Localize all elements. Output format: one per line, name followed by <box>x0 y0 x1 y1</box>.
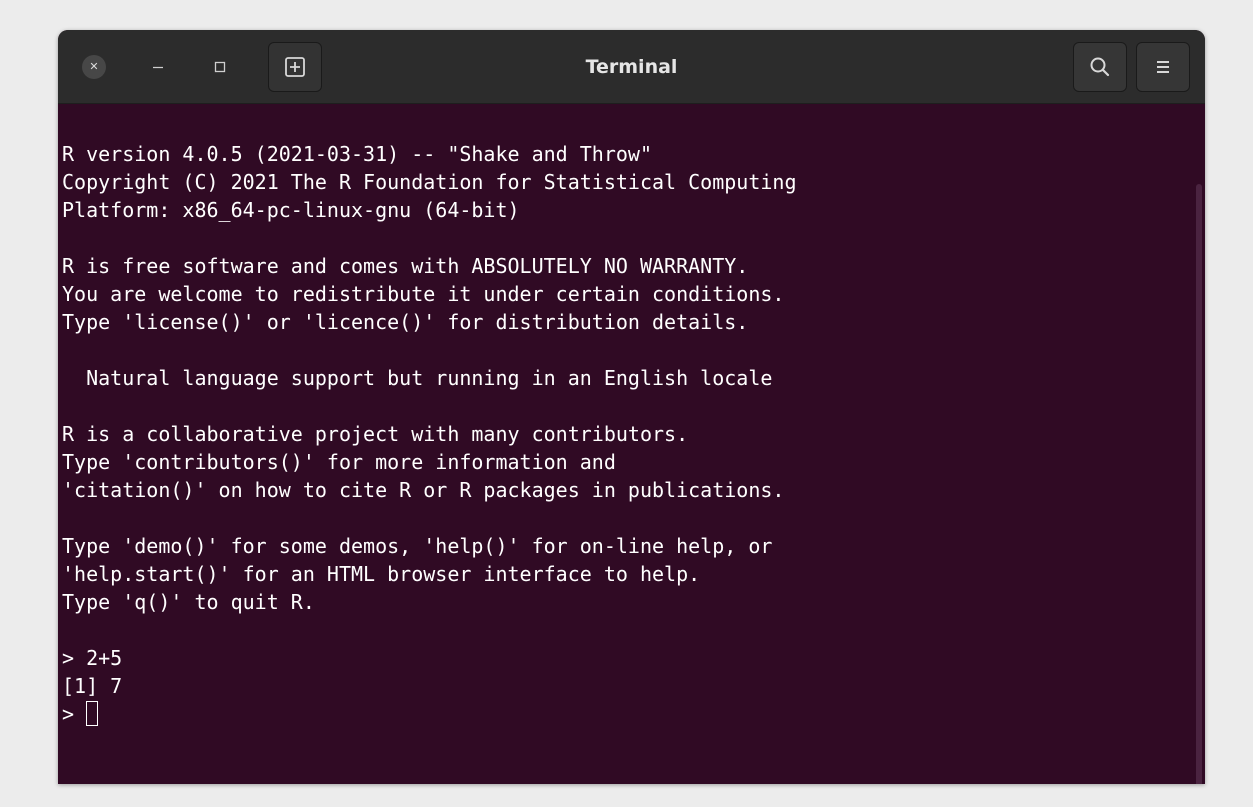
menu-button[interactable] <box>1136 42 1190 92</box>
hamburger-menu-icon <box>1157 61 1169 73</box>
new-tab-icon <box>285 57 305 77</box>
terminal-output[interactable]: R version 4.0.5 (2021-03-31) -- "Shake a… <box>62 140 797 728</box>
terminal-cursor[interactable] <box>86 701 99 726</box>
terminal-line: Type 'q()' to quit R. <box>62 590 315 614</box>
close-button[interactable]: ✕ <box>82 55 106 79</box>
terminal-line: R is free software and comes with ABSOLU… <box>62 254 749 278</box>
close-icon: ✕ <box>89 60 99 73</box>
search-icon <box>1090 57 1110 77</box>
terminal-line: [1] 7 <box>62 674 123 698</box>
terminal-prompt: > <box>62 702 87 726</box>
terminal-line: > 2+5 <box>62 646 123 670</box>
terminal-line: R version 4.0.5 (2021-03-31) -- "Shake a… <box>62 142 653 166</box>
terminal-content[interactable]: R version 4.0.5 (2021-03-31) -- "Shake a… <box>58 104 1205 784</box>
terminal-line: Type 'contributors()' for more informati… <box>62 450 616 474</box>
maximize-button[interactable] <box>208 55 232 79</box>
maximize-icon <box>214 61 226 73</box>
minimize-button[interactable] <box>146 55 170 79</box>
terminal-line: 'help.start()' for an HTML browser inter… <box>62 562 701 586</box>
new-tab-button[interactable] <box>268 42 322 92</box>
title-bar[interactable]: ✕ Terminal <box>58 30 1205 104</box>
terminal-line: R is a collaborative project with many c… <box>62 422 689 446</box>
minimize-icon <box>153 66 163 69</box>
terminal-line: Natural language support but running in … <box>62 366 773 390</box>
terminal-line: 'citation()' on how to cite R or R packa… <box>62 478 785 502</box>
terminal-line: You are welcome to redistribute it under… <box>62 282 785 306</box>
search-button[interactable] <box>1073 42 1127 92</box>
scrollbar[interactable] <box>1196 184 1202 784</box>
terminal-line: Copyright (C) 2021 The R Foundation for … <box>62 170 797 194</box>
terminal-window: ✕ Terminal R version 4.0.5 (2021-03-31) … <box>58 30 1205 784</box>
terminal-line: Platform: x86_64-pc-linux-gnu (64-bit) <box>62 198 520 222</box>
terminal-line: Type 'license()' or 'licence()' for dist… <box>62 310 749 334</box>
terminal-line: Type 'demo()' for some demos, 'help()' f… <box>62 534 773 558</box>
